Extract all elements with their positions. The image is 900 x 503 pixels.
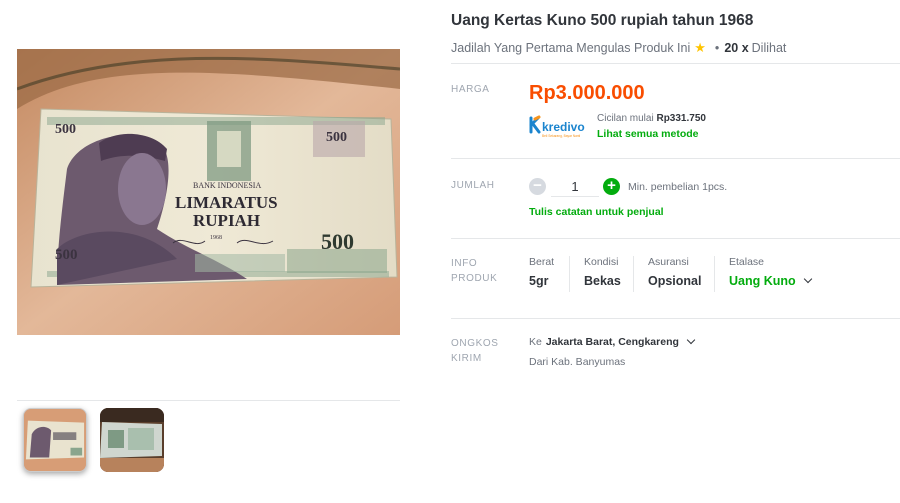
chevron-down-icon <box>803 274 812 284</box>
product-meta-line: Jadilah Yang Pertama Mengulas Produk Ini… <box>451 40 786 56</box>
write-note-to-seller-link[interactable]: Tulis catatan untuk penjual <box>529 206 664 218</box>
main-product-photo[interactable]: 500 500 BANK INDONESIA LIMARATUS RUPIAH … <box>17 49 400 335</box>
shipping-destination-dropdown[interactable]: Ke Jakarta Barat, Cengkareng <box>529 335 696 348</box>
etalase-label: Etalase <box>729 256 765 268</box>
info-section-label: INFO PRODUK <box>451 256 497 286</box>
column-separator <box>633 256 634 292</box>
star-icon: ★ <box>694 40 706 55</box>
banknote-amount-line2: RUPIAH <box>193 211 260 230</box>
banknote-denomination-topright: 500 <box>326 130 347 145</box>
info-etalase: Etalase Uang Kuno <box>729 256 812 292</box>
dot-separator: • <box>714 41 720 55</box>
shipping-label-line2: KIRIM <box>451 353 482 364</box>
divider <box>451 63 900 64</box>
quantity-section-label: JUMLAH <box>451 180 495 191</box>
banknote-denomination-left: 500 <box>55 247 78 263</box>
banknote-denomination-large: 500 <box>321 229 354 254</box>
divider <box>451 318 900 319</box>
kredivo-logo: kredivo Beli Sekarang, Bayar Nanti <box>529 115 585 138</box>
info-weight: Berat 5gr <box>529 256 554 292</box>
etalase-value: Uang Kuno <box>729 274 796 288</box>
installment-prefix: Cicilan mulai <box>597 113 654 124</box>
info-label-line1: INFO <box>451 258 478 269</box>
product-price: Rp3.000.000 <box>529 82 645 104</box>
min-purchase-text: Min. pembelian 1pcs. <box>628 181 728 193</box>
thumbnail-2[interactable] <box>100 408 164 472</box>
info-condition: Kondisi Bekas <box>584 256 621 292</box>
view-count: 20 x <box>724 41 749 55</box>
shipping-label-line1: ONGKOS <box>451 338 499 349</box>
shipping-origin: Dari Kab. Banyumas <box>529 356 626 368</box>
weight-value: 5gr <box>529 274 549 288</box>
kredivo-wordmark: kredivo <box>542 120 585 134</box>
kredivo-tagline: Beli Sekarang, Bayar Nanti <box>542 134 581 138</box>
condition-value: Bekas <box>584 274 621 288</box>
view-label: Dilihat <box>751 41 787 55</box>
price-section-label: HARGA <box>451 84 490 95</box>
review-prompt-link[interactable]: Jadilah Yang Pertama Mengulas Produk Ini <box>451 41 690 55</box>
info-label-line2: PRODUK <box>451 273 498 284</box>
divider <box>451 238 900 239</box>
weight-label: Berat <box>529 256 555 268</box>
shipping-section-label: ONGKOS KIRIM <box>451 336 499 366</box>
gallery-divider <box>17 400 400 401</box>
installment-text: Cicilan mulai Rp331.750 <box>597 113 706 124</box>
banknote-year: 1968 <box>210 235 222 241</box>
condition-label: Kondisi <box>584 256 619 268</box>
banknote-denomination-topleft: 500 <box>55 122 76 137</box>
destination-prefix: Ke <box>529 336 542 348</box>
product-title: Uang Kertas Kuno 500 rupiah tahun 1968 <box>451 12 754 29</box>
etalase-dropdown[interactable]: Uang Kuno <box>729 274 812 288</box>
quantity-input[interactable] <box>551 177 599 197</box>
destination-value: Jakarta Barat, Cengkareng <box>545 336 679 348</box>
column-separator <box>569 256 570 292</box>
minus-icon[interactable]: − <box>529 178 546 195</box>
divider <box>451 158 900 159</box>
chevron-down-icon <box>686 335 696 345</box>
thumbnail-1[interactable] <box>23 408 87 472</box>
see-all-payment-methods-link[interactable]: Lihat semua metode <box>597 128 699 140</box>
banknote-bank-name: BANK INDONESIA <box>193 181 261 190</box>
info-insurance: Asuransi Opsional <box>648 256 701 292</box>
plus-icon[interactable]: + <box>603 178 620 195</box>
insurance-value: Opsional <box>648 274 702 288</box>
insurance-label: Asuransi <box>648 256 689 268</box>
banknote-amount-line1: LIMARATUS <box>175 193 278 212</box>
installment-value: Rp331.750 <box>656 113 706 124</box>
column-separator <box>714 256 715 292</box>
